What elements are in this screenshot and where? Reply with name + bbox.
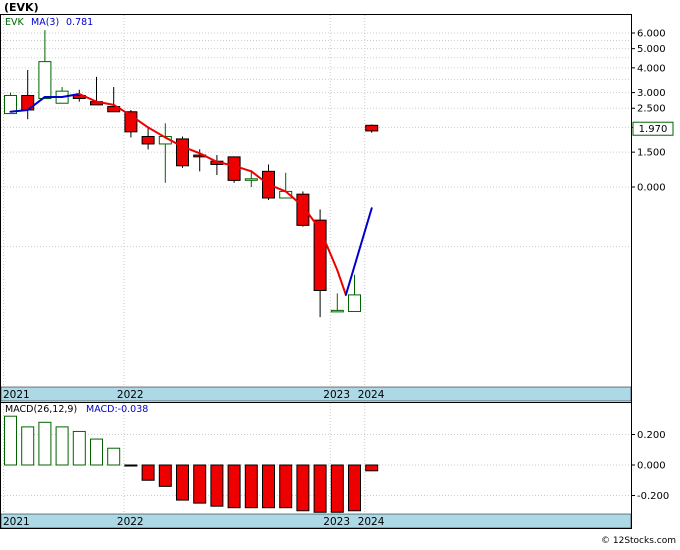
candle-body-up — [330, 309, 344, 313]
candle-body-down — [141, 135, 155, 145]
macd-bar-negative — [279, 464, 293, 509]
date-label: 2023 — [323, 516, 350, 528]
macd-legend-value: MACD:-0.038 — [86, 404, 148, 415]
watermark: © 12Stocks.com — [601, 536, 676, 546]
candle — [365, 124, 379, 133]
candle — [296, 191, 310, 227]
date-label: 2023 — [323, 389, 350, 401]
macd-bar-positive — [55, 426, 69, 466]
ma-segment — [336, 269, 347, 296]
macd-bar-negative — [176, 464, 189, 501]
ma-segment — [344, 207, 373, 296]
macd-bar-negative — [210, 464, 224, 507]
macd-bar-negative — [193, 464, 207, 504]
price-tick-label: 5.000 — [637, 44, 666, 55]
macd-bar-positive — [90, 438, 103, 466]
chart-title: (EVK) — [4, 1, 39, 14]
date-label: 2024 — [358, 516, 385, 528]
date-label: 2024 — [358, 389, 385, 401]
price-grid — [1, 15, 631, 387]
macd-bar-negative — [262, 464, 275, 509]
candle-body-up — [348, 294, 361, 312]
candle — [330, 293, 344, 313]
price-tick-label: 6.000 — [637, 29, 666, 40]
macd-bar-negative — [141, 464, 155, 481]
macd-bar-negative — [365, 464, 379, 472]
candle — [176, 136, 189, 168]
macd-bar-positive — [21, 426, 35, 466]
macd-bar-positive — [107, 447, 121, 466]
macd-bar-negative — [244, 464, 258, 509]
price-panel-frame — [0, 14, 632, 403]
price-candles — [4, 30, 379, 318]
candle — [55, 87, 69, 104]
price-tick-label: 3.000 — [637, 88, 666, 99]
candle — [21, 70, 35, 120]
date-label: 2022 — [117, 389, 144, 401]
candle-body-down — [227, 156, 241, 181]
macd-bar-negative — [313, 464, 327, 513]
macd-bar-positive — [4, 415, 17, 466]
price-tick-label: 1.500 — [637, 148, 666, 159]
macd-axis: 0.200 0.000 -0.200 — [631, 430, 669, 502]
price-axis: 6.0005.0004.0003.0002.5002.0001.5000.000 — [631, 29, 666, 194]
macd-bar-negative — [227, 464, 241, 509]
candle — [210, 155, 224, 175]
ma-segment — [147, 126, 167, 139]
candle-body-up — [244, 178, 258, 181]
chart-canvas: 6.0005.0004.0003.0002.5002.0001.5000.000… — [0, 0, 680, 546]
last-price-label: 1.970 — [639, 124, 668, 135]
macd-bar-negative — [348, 464, 361, 512]
candle — [313, 209, 327, 318]
ma-segment — [198, 152, 218, 163]
candle — [158, 123, 172, 183]
candle-body-down — [365, 124, 379, 132]
price-tick-label: 4.000 — [637, 63, 666, 74]
price-tick-label: 0.000 — [637, 183, 666, 194]
last-price-tag: 1.970 — [632, 121, 674, 136]
macd-bars — [4, 415, 379, 513]
candle-body-down — [296, 193, 310, 226]
candle — [124, 109, 138, 138]
macd-tick-label: -0.200 — [637, 491, 669, 502]
macd-bar-positive — [38, 421, 52, 466]
macd-tick-label: 0.200 — [637, 430, 666, 441]
stock-chart: 6.0005.0004.0003.0002.5002.0001.5000.000… — [0, 1, 676, 546]
macd-bar-negative — [124, 464, 138, 467]
candle-body-up — [38, 61, 52, 100]
date-label: 2022 — [117, 516, 144, 528]
macd-bar-negative — [330, 464, 344, 513]
candle — [227, 156, 241, 183]
candle-body-down — [176, 138, 189, 167]
macd-date-band — [0, 513, 632, 529]
macd-bar-positive — [72, 430, 86, 466]
macd-bar-negative — [158, 464, 172, 487]
date-label: 2021 — [3, 389, 30, 401]
macd-bar-negative — [296, 464, 310, 512]
price-legend-symbol: EVK — [5, 17, 25, 28]
macd-tick-label: 0.000 — [637, 461, 666, 472]
price-legend-ma-label: MA(3) — [31, 17, 59, 28]
price-legend-ma-value: 0.781 — [66, 17, 93, 28]
price-date-band — [0, 386, 632, 402]
price-tick-label: 2.500 — [637, 104, 666, 115]
date-label: 2021 — [3, 516, 30, 528]
macd-legend-label: MACD(26,12,9) — [5, 404, 77, 415]
